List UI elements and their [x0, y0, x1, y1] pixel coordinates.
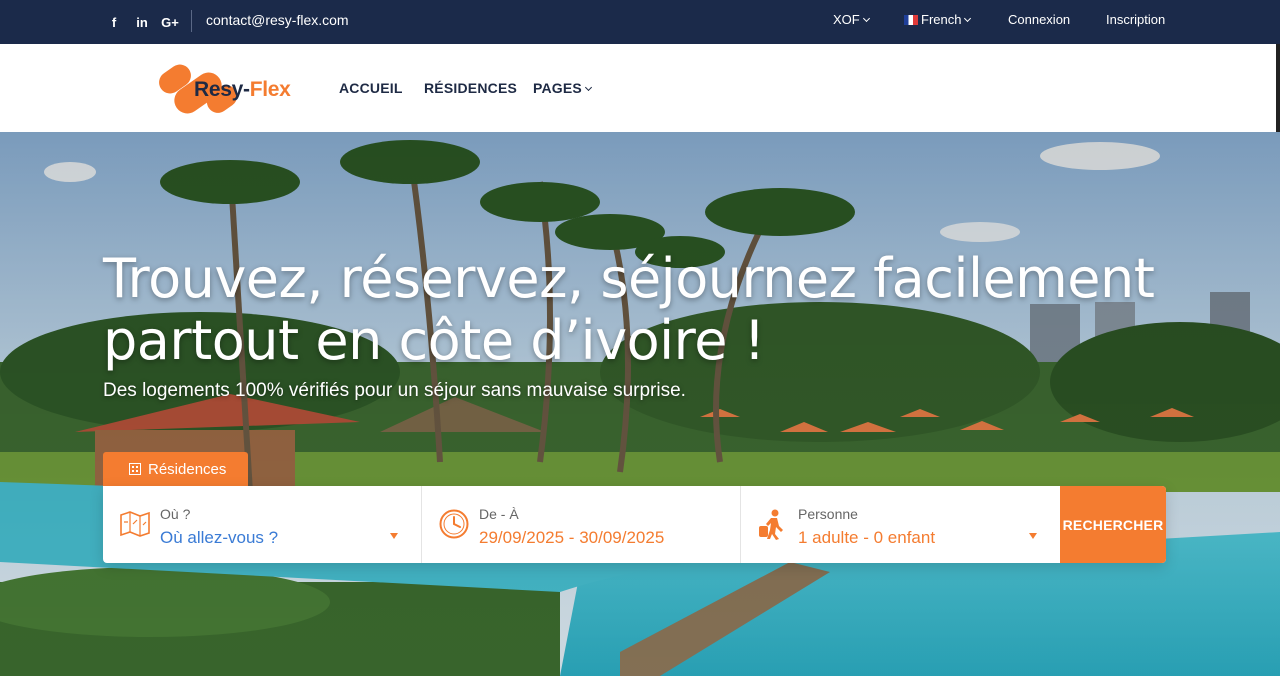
traveler-icon: [759, 509, 783, 540]
hero-title: Trouvez, réservez, séjournez facilement …: [103, 248, 1203, 372]
login-link[interactable]: Connexion: [1008, 12, 1070, 27]
clock-icon: [439, 509, 469, 539]
logo-text-accent: Flex: [249, 78, 291, 101]
register-link[interactable]: Inscription: [1106, 12, 1165, 27]
search-button[interactable]: RECHERCHER: [1060, 486, 1166, 563]
nav-pages-label: PAGES: [533, 80, 582, 96]
tab-residences-label: Résidences: [148, 460, 227, 478]
main-header: Resy-Flex ACCUEIL RÉSIDENCES PAGES: [0, 44, 1280, 132]
map-icon: [120, 511, 150, 537]
logo-wordmark[interactable]: Resy-Flex: [194, 78, 291, 102]
hero-subtitle: Des logements 100% vérifiés pour un séjo…: [103, 380, 686, 401]
tab-residences[interactable]: Résidences: [103, 452, 248, 486]
contact-email-link[interactable]: contact@resy-flex.com: [206, 12, 349, 28]
google-plus-icon[interactable]: G+: [156, 15, 184, 30]
facebook-icon[interactable]: f: [100, 15, 128, 30]
social-links: f in G+: [100, 0, 184, 44]
linkedin-icon[interactable]: in: [128, 15, 156, 30]
hero-background-image: [0, 132, 1280, 676]
nav-pages[interactable]: PAGES: [533, 80, 593, 96]
chevron-down-icon: [584, 83, 593, 92]
dropdown-arrow-icon: [390, 533, 398, 539]
dates-label: De - À: [479, 506, 519, 522]
dates-input[interactable]: 29/09/2025 - 30/09/2025: [479, 528, 664, 548]
guests-label: Personne: [798, 506, 858, 522]
nav-residences[interactable]: RÉSIDENCES: [424, 80, 517, 96]
currency-label: XOF: [833, 12, 860, 27]
hero-title-line-1: Trouvez, réservez, séjournez facilement: [103, 247, 1155, 310]
guests-input[interactable]: 1 adulte - 0 enfant: [798, 528, 935, 548]
hero-section: Trouvez, réservez, séjournez facilement …: [0, 132, 1280, 676]
dropdown-arrow-icon: [1029, 533, 1037, 539]
topbar-divider: [191, 10, 192, 32]
top-bar: f in G+ contact@resy-flex.com XOF French…: [0, 0, 1280, 44]
language-label: French: [921, 12, 962, 27]
currency-selector[interactable]: XOF: [833, 12, 870, 27]
hero-title-line-2: partout en côte d’ivoire !: [103, 309, 765, 372]
destination-label: Où ?: [160, 506, 191, 522]
search-form: Où ? Où allez-vous ? De - À 29/09/2025 -…: [103, 486, 1166, 563]
logo-text-main: Resy-: [194, 78, 250, 101]
destination-field[interactable]: Où ? Où allez-vous ?: [103, 486, 421, 563]
guests-field[interactable]: Personne 1 adulte - 0 enfant: [741, 486, 1059, 563]
building-icon: [129, 463, 141, 475]
chevron-down-icon: [964, 14, 972, 23]
dates-field[interactable]: De - À 29/09/2025 - 30/09/2025: [422, 486, 740, 563]
destination-input[interactable]: Où allez-vous ?: [160, 528, 278, 548]
france-flag-icon: [904, 15, 918, 25]
chevron-down-icon: [862, 14, 870, 23]
language-selector[interactable]: French: [904, 12, 972, 27]
nav-home[interactable]: ACCUEIL: [339, 80, 403, 96]
